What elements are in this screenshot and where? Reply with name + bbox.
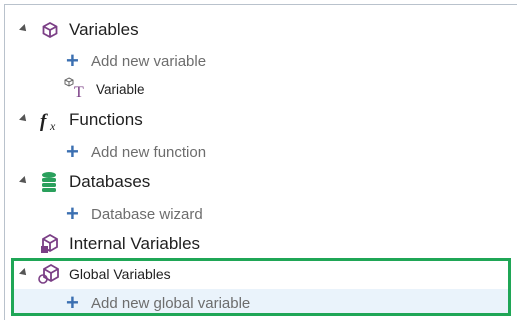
function-fx-icon: f x	[39, 110, 63, 132]
svg-text:f: f	[40, 111, 48, 132]
database-wizard-item[interactable]: Database wizard	[91, 206, 203, 223]
tree-node-functions[interactable]: Functions	[69, 110, 143, 130]
internal-variables-icon	[39, 233, 61, 255]
plus-icon: +	[66, 201, 79, 226]
database-icon	[40, 171, 58, 193]
svg-text:T: T	[74, 84, 84, 99]
plus-icon: +	[66, 48, 79, 73]
text-variable-icon: T	[64, 77, 90, 99]
tree-node-databases[interactable]: Databases	[69, 172, 150, 192]
highlight-outline	[11, 258, 511, 316]
plus-icon: +	[66, 139, 79, 164]
tree-item-variable[interactable]: Variable	[96, 82, 145, 97]
svg-text:x: x	[49, 119, 56, 132]
tree-node-variables[interactable]: Variables	[69, 20, 139, 40]
tree-node-internal-variables[interactable]: Internal Variables	[69, 234, 200, 254]
add-new-variable-item[interactable]: Add new variable	[91, 53, 206, 70]
add-new-function-item[interactable]: Add new function	[91, 144, 206, 161]
cube-icon	[40, 20, 60, 40]
